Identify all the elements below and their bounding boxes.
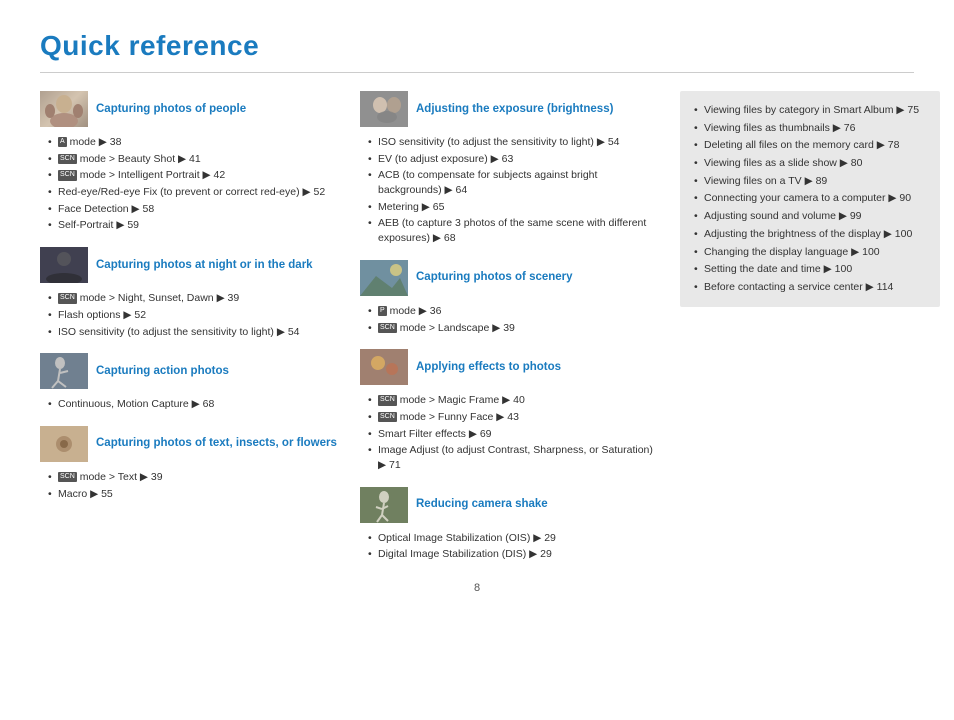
right-info-list: Viewing files by category in Smart Album… xyxy=(694,103,926,295)
list-item: Adjusting sound and volume ▶ 99 xyxy=(694,209,926,224)
right-info-box: Viewing files by category in Smart Album… xyxy=(680,91,940,307)
section-action-thumb xyxy=(40,353,88,389)
right-column: Viewing files by category in Smart Album… xyxy=(680,91,940,562)
section-shake-thumb xyxy=(360,487,408,523)
list-item: SCN mode > Text ▶ 39 xyxy=(48,470,340,485)
list-item: ACB (to compensate for subjects against … xyxy=(368,168,660,197)
mode-icon: SCN xyxy=(58,472,77,482)
mode-icon: SCN xyxy=(378,412,397,422)
list-item: Viewing files by category in Smart Album… xyxy=(694,103,926,118)
list-item: Smart Filter effects ▶ 69 xyxy=(368,427,660,442)
section-night: Capturing photos at night or in the dark… xyxy=(40,247,340,339)
mode-icon: SCN xyxy=(58,293,77,303)
section-night-thumb xyxy=(40,247,88,283)
list-item: Deleting all files on the memory card ▶ … xyxy=(694,138,926,153)
section-exposure-list: ISO sensitivity (to adjust the sensitivi… xyxy=(360,135,660,246)
list-item: Adjusting the brightness of the display … xyxy=(694,227,926,242)
section-effects-list: SCN mode > Magic Frame ▶ 40 SCN mode > F… xyxy=(360,393,660,472)
list-item: ISO sensitivity (to adjust the sensitivi… xyxy=(368,135,660,150)
section-text-list: SCN mode > Text ▶ 39 Macro ▶ 55 xyxy=(40,470,340,501)
list-item: Metering ▶ 65 xyxy=(368,200,660,215)
section-action-header: Capturing action photos xyxy=(40,353,340,389)
list-item: P mode ▶ 36 xyxy=(368,304,660,319)
list-item: Optical Image Stabilization (OIS) ▶ 29 xyxy=(368,531,660,546)
section-exposure-thumb xyxy=(360,91,408,127)
mode-icon: P xyxy=(378,306,387,316)
section-exposure-header: Adjusting the exposure (brightness) xyxy=(360,91,660,127)
section-effects-header: Applying effects to photos xyxy=(360,349,660,385)
section-scenery-list: P mode ▶ 36 SCN mode > Landscape ▶ 39 xyxy=(360,304,660,335)
list-item: SCN mode > Magic Frame ▶ 40 xyxy=(368,393,660,408)
section-text: Capturing photos of text, insects, or fl… xyxy=(40,426,340,501)
list-item: Macro ▶ 55 xyxy=(48,487,340,502)
section-people-thumb xyxy=(40,91,88,127)
mode-icon: SCN xyxy=(378,395,397,405)
section-effects-thumb xyxy=(360,349,408,385)
mode-icon: SCN xyxy=(58,154,77,164)
mode-icon: SCN xyxy=(378,323,397,333)
section-people-list: A mode ▶ 38 SCN mode > Beauty Shot ▶ 41 … xyxy=(40,135,340,233)
mode-icon: SCN xyxy=(58,170,77,180)
mode-icon: A xyxy=(58,137,67,147)
list-item: EV (to adjust exposure) ▶ 63 xyxy=(368,152,660,167)
mid-column: Adjusting the exposure (brightness) ISO … xyxy=(360,91,660,562)
section-shake-list: Optical Image Stabilization (OIS) ▶ 29 D… xyxy=(360,531,660,562)
list-item: Continuous, Motion Capture ▶ 68 xyxy=(48,397,340,412)
list-item: A mode ▶ 38 xyxy=(48,135,340,150)
list-item: Face Detection ▶ 58 xyxy=(48,202,340,217)
section-effects-title: Applying effects to photos xyxy=(416,360,561,375)
section-scenery-header: Capturing photos of scenery xyxy=(360,260,660,296)
list-item: SCN mode > Intelligent Portrait ▶ 42 xyxy=(48,168,340,183)
list-item: Viewing files as thumbnails ▶ 76 xyxy=(694,121,926,136)
section-effects: Applying effects to photos SCN mode > Ma… xyxy=(360,349,660,472)
list-item: Viewing files as a slide show ▶ 80 xyxy=(694,156,926,171)
section-night-title: Capturing photos at night or in the dark xyxy=(96,258,313,273)
section-shake: Reducing camera shake Optical Image Stab… xyxy=(360,487,660,562)
list-item: AEB (to capture 3 photos of the same sce… xyxy=(368,216,660,245)
list-item: SCN mode > Funny Face ▶ 43 xyxy=(368,410,660,425)
section-action-title: Capturing action photos xyxy=(96,364,229,379)
list-item: Digital Image Stabilization (DIS) ▶ 29 xyxy=(368,547,660,562)
list-item: SCN mode > Night, Sunset, Dawn ▶ 39 xyxy=(48,291,340,306)
section-scenery-title: Capturing photos of scenery xyxy=(416,270,573,285)
section-scenery: Capturing photos of scenery P mode ▶ 36 … xyxy=(360,260,660,335)
list-item: Before contacting a service center ▶ 114 xyxy=(694,280,926,295)
page-number: 8 xyxy=(40,582,914,594)
section-scenery-thumb xyxy=(360,260,408,296)
list-item: Red-eye/Red-eye Fix (to prevent or corre… xyxy=(48,185,340,200)
main-grid: Capturing photos of people A mode ▶ 38 S… xyxy=(40,91,914,562)
section-shake-header: Reducing camera shake xyxy=(360,487,660,523)
section-night-header: Capturing photos at night or in the dark xyxy=(40,247,340,283)
section-text-title: Capturing photos of text, insects, or fl… xyxy=(96,436,337,451)
section-people: Capturing photos of people A mode ▶ 38 S… xyxy=(40,91,340,233)
list-item: ISO sensitivity (to adjust the sensitivi… xyxy=(48,325,340,340)
section-exposure-title: Adjusting the exposure (brightness) xyxy=(416,102,613,117)
section-text-header: Capturing photos of text, insects, or fl… xyxy=(40,426,340,462)
list-item: Changing the display language ▶ 100 xyxy=(694,245,926,260)
section-shake-title: Reducing camera shake xyxy=(416,497,548,512)
left-column: Capturing photos of people A mode ▶ 38 S… xyxy=(40,91,340,562)
section-people-header: Capturing photos of people xyxy=(40,91,340,127)
list-item: Setting the date and time ▶ 100 xyxy=(694,262,926,277)
page-title: Quick reference xyxy=(40,30,914,62)
title-divider xyxy=(40,72,914,73)
section-action: Capturing action photos Continuous, Moti… xyxy=(40,353,340,412)
section-exposure: Adjusting the exposure (brightness) ISO … xyxy=(360,91,660,246)
list-item: SCN mode > Beauty Shot ▶ 41 xyxy=(48,152,340,167)
section-text-thumb xyxy=(40,426,88,462)
list-item: SCN mode > Landscape ▶ 39 xyxy=(368,321,660,336)
section-night-list: SCN mode > Night, Sunset, Dawn ▶ 39 Flas… xyxy=(40,291,340,339)
section-people-title: Capturing photos of people xyxy=(96,102,246,117)
list-item: Connecting your camera to a computer ▶ 9… xyxy=(694,191,926,206)
list-item: Self-Portrait ▶ 59 xyxy=(48,218,340,233)
list-item: Flash options ▶ 52 xyxy=(48,308,340,323)
list-item: Viewing files on a TV ▶ 89 xyxy=(694,174,926,189)
section-action-list: Continuous, Motion Capture ▶ 68 xyxy=(40,397,340,412)
list-item: Image Adjust (to adjust Contrast, Sharpn… xyxy=(368,443,660,472)
